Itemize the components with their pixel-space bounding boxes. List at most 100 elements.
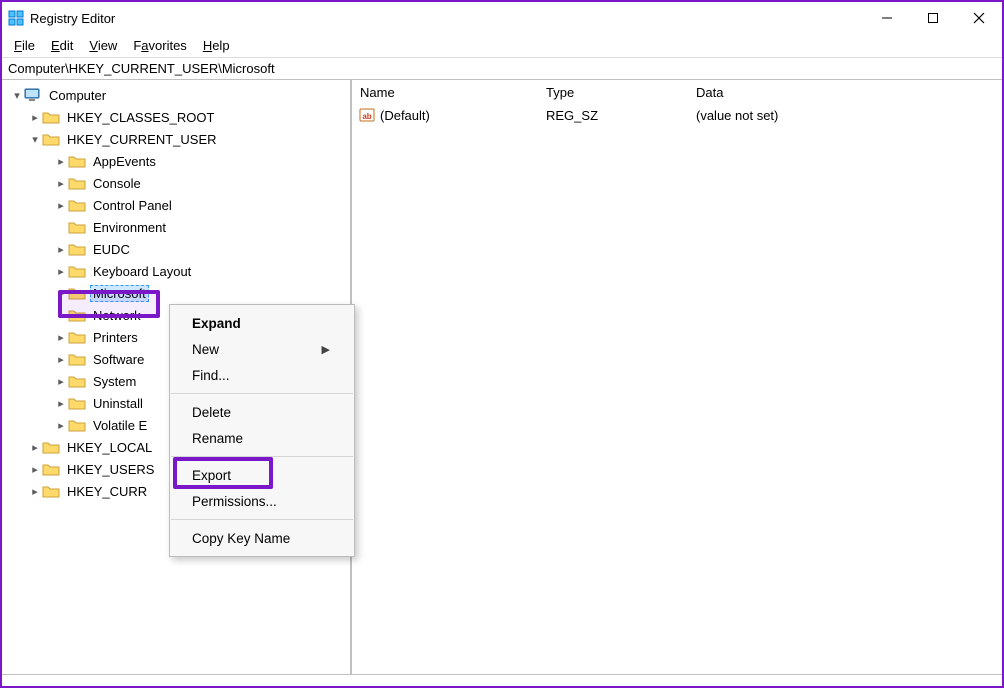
chevron-right-icon[interactable]: ▸: [54, 374, 68, 388]
folder-icon: [68, 395, 86, 411]
close-button[interactable]: [956, 2, 1002, 34]
tree-node-computer[interactable]: ▾ Computer: [4, 84, 350, 106]
ctx-separator: [171, 393, 353, 394]
chevron-right-icon[interactable]: ▸: [28, 484, 42, 498]
menu-view[interactable]: View: [81, 36, 125, 55]
ctx-rename[interactable]: Rename: [170, 425, 354, 451]
tree-node-label: Network: [90, 307, 144, 324]
chevron-right-icon[interactable]: ▸: [54, 352, 68, 366]
folder-icon: [42, 109, 60, 125]
tree-node-label: Microsoft: [90, 285, 149, 302]
folder-icon: [68, 153, 86, 169]
tree-node-label: HKEY_CURRENT_USER: [64, 131, 220, 148]
svg-text:ab: ab: [362, 112, 371, 121]
chevron-right-icon[interactable]: ▸: [54, 154, 68, 168]
main-panel: ▾ Computer ▸ HKEY_CLASSES_ROOT ▾ HKEY_CU…: [2, 80, 1002, 674]
tree-node-label: HKEY_USERS: [64, 461, 157, 478]
chevron-right-icon[interactable]: ▸: [54, 286, 68, 300]
chevron-right-icon[interactable]: ▸: [54, 418, 68, 432]
ctx-label: Copy Key Name: [192, 531, 290, 546]
tree-node-label: Uninstall: [90, 395, 146, 412]
tree-node-control-panel[interactable]: ▸ Control Panel: [4, 194, 350, 216]
chevron-right-icon[interactable]: ▸: [54, 176, 68, 190]
ctx-label: Export: [192, 468, 231, 483]
column-header-name[interactable]: Name: [352, 85, 538, 100]
ctx-expand[interactable]: Expand: [170, 310, 354, 336]
menu-help[interactable]: Help: [195, 36, 238, 55]
ctx-label: Delete: [192, 405, 231, 420]
chevron-down-icon[interactable]: ▾: [10, 88, 24, 102]
ctx-copy-key-name[interactable]: Copy Key Name: [170, 525, 354, 551]
chevron-right-icon[interactable]: ▸: [54, 264, 68, 278]
tree-node-keyboard-layout[interactable]: ▸ Keyboard Layout: [4, 260, 350, 282]
ctx-label: Find...: [192, 368, 230, 383]
tree-node-label: AppEvents: [90, 153, 159, 170]
folder-icon: [42, 461, 60, 477]
menu-file[interactable]: File: [6, 36, 43, 55]
folder-icon: [68, 351, 86, 367]
tree-node-label: HKEY_CURR: [64, 483, 150, 500]
tree-node-label: EUDC: [90, 241, 133, 258]
maximize-button[interactable]: [910, 2, 956, 34]
menu-edit[interactable]: Edit: [43, 36, 81, 55]
chevron-down-icon[interactable]: ▾: [28, 132, 42, 146]
tree-node-label: Console: [90, 175, 144, 192]
tree-node-hkcu[interactable]: ▾ HKEY_CURRENT_USER: [4, 128, 350, 150]
tree-node-label: System: [90, 373, 139, 390]
tree-node-label: Computer: [46, 87, 109, 104]
list-header: Name Type Data: [352, 80, 1002, 104]
tree-node-eudc[interactable]: ▸ EUDC: [4, 238, 350, 260]
value-data: (value not set): [688, 108, 1002, 123]
chevron-right-icon[interactable]: ▸: [28, 462, 42, 476]
chevron-right-icon[interactable]: ▸: [54, 242, 68, 256]
tree-node-label: Volatile E: [90, 417, 150, 434]
chevron-right-icon[interactable]: ▸: [54, 330, 68, 344]
tree-node-label: HKEY_CLASSES_ROOT: [64, 109, 217, 126]
computer-icon: [24, 87, 42, 103]
ctx-label: Rename: [192, 431, 243, 446]
folder-icon: [68, 197, 86, 213]
minimize-button[interactable]: [864, 2, 910, 34]
value-list-pane: Name Type Data ab (Default) REG_SZ (valu…: [352, 80, 1002, 674]
chevron-right-icon[interactable]: ▸: [28, 110, 42, 124]
tree-node-environment[interactable]: ▸ Environment: [4, 216, 350, 238]
ctx-export[interactable]: Export: [170, 462, 354, 488]
column-header-type[interactable]: Type: [538, 85, 688, 100]
ctx-label: Expand: [192, 316, 241, 331]
submenu-arrow-icon: ▶: [322, 343, 330, 356]
menubar: File Edit View Favorites Help: [2, 34, 1002, 58]
ctx-delete[interactable]: Delete: [170, 399, 354, 425]
chevron-right-icon[interactable]: ▸: [54, 396, 68, 410]
regedit-icon: [8, 10, 24, 26]
tree-node-console[interactable]: ▸ Console: [4, 172, 350, 194]
ctx-separator: [171, 456, 353, 457]
context-menu: Expand New ▶ Find... Delete Rename Expor…: [169, 304, 355, 557]
chevron-right-icon[interactable]: ▸: [54, 198, 68, 212]
folder-icon: [68, 417, 86, 433]
ctx-find[interactable]: Find...: [170, 362, 354, 388]
address-path: Computer\HKEY_CURRENT_USER\Microsoft: [8, 61, 275, 76]
ctx-permissions[interactable]: Permissions...: [170, 488, 354, 514]
titlebar: Registry Editor: [2, 2, 1002, 34]
folder-icon: [68, 373, 86, 389]
folder-icon: [68, 175, 86, 191]
folder-icon: [42, 439, 60, 455]
tree-node-label: Keyboard Layout: [90, 263, 194, 280]
value-row[interactable]: ab (Default) REG_SZ (value not set): [352, 104, 1002, 126]
tree-node-label: Control Panel: [90, 197, 175, 214]
column-header-data[interactable]: Data: [688, 85, 1002, 100]
value-name: (Default): [380, 108, 430, 123]
value-type: REG_SZ: [538, 108, 688, 123]
address-bar[interactable]: Computer\HKEY_CURRENT_USER\Microsoft: [2, 58, 1002, 80]
tree-node-label: Environment: [90, 219, 169, 236]
tree-node-microsoft[interactable]: ▸ Microsoft: [4, 282, 350, 304]
folder-icon: [42, 131, 60, 147]
window-title: Registry Editor: [30, 11, 115, 26]
tree-node-appevents[interactable]: ▸ AppEvents: [4, 150, 350, 172]
menu-favorites[interactable]: Favorites: [125, 36, 194, 55]
status-bar-area: [2, 674, 1002, 686]
chevron-right-icon[interactable]: ▸: [28, 440, 42, 454]
tree-node-hkcr[interactable]: ▸ HKEY_CLASSES_ROOT: [4, 106, 350, 128]
folder-icon: [68, 329, 86, 345]
ctx-new[interactable]: New ▶: [170, 336, 354, 362]
